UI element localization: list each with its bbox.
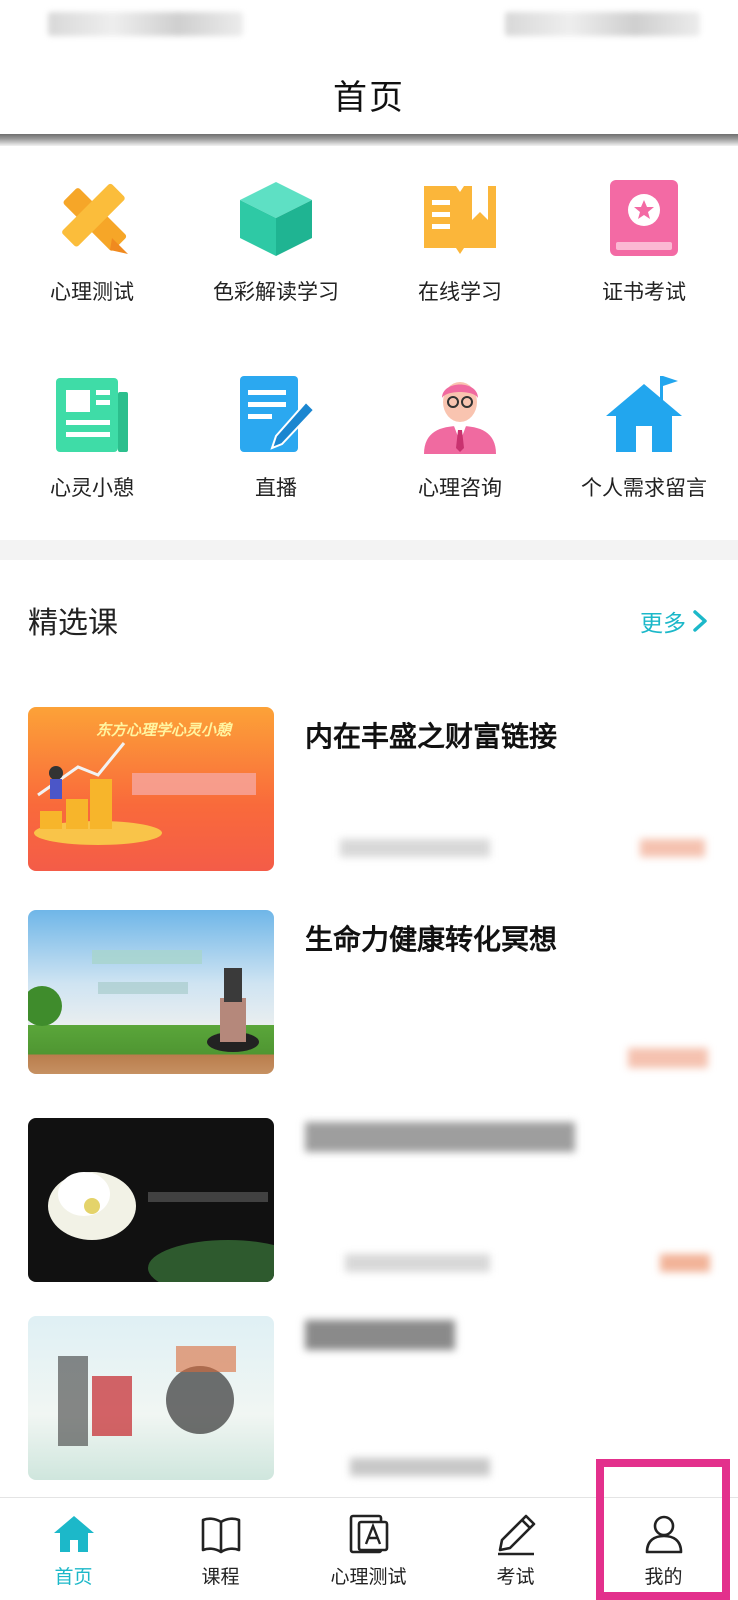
- section-divider: [0, 540, 738, 560]
- tab-home[interactable]: 首页: [0, 1498, 147, 1600]
- tab-courses[interactable]: 课程: [147, 1498, 294, 1600]
- course-title: 生命力健康转化冥想: [305, 923, 558, 956]
- pen-icon: [497, 1514, 535, 1556]
- tab-label: 心理测试: [330, 1566, 407, 1588]
- feature-grid: 心理测试 色彩解读学习 在线学习 证书考试 心灵小憩 直播 心理咨询 个人需求留…: [0, 150, 738, 540]
- lotus-illustration: [48, 1172, 274, 1282]
- page-header: 首页: [0, 48, 738, 140]
- tab-label: 考试: [496, 1566, 535, 1588]
- course-card[interactable]: [0, 1118, 738, 1288]
- grid-label: 证书考试: [602, 280, 686, 304]
- tab-psych-test[interactable]: 心理测试: [295, 1498, 442, 1600]
- grid-label: 个人需求留言: [581, 476, 707, 500]
- grid-item-psych-test[interactable]: 心理测试: [0, 150, 184, 340]
- course-card[interactable]: 生命力健康转化冥想: [0, 910, 738, 1080]
- course-thumbnail: [28, 1316, 274, 1480]
- cube-icon: [240, 182, 312, 256]
- chevron-right-icon: [693, 610, 707, 632]
- document-pen-icon: [240, 376, 316, 452]
- section-title: 精选课: [28, 606, 118, 641]
- tea-illustration: [58, 1346, 236, 1446]
- open-book-icon: [424, 186, 496, 254]
- tab-label: 首页: [54, 1566, 93, 1588]
- grid-label: 直播: [255, 476, 297, 500]
- grid-item-color-learning[interactable]: 色彩解读学习: [184, 150, 368, 340]
- more-link[interactable]: 更多: [640, 604, 708, 638]
- status-bar: [0, 0, 738, 48]
- certificate-icon: [610, 180, 678, 256]
- newspaper-icon: [56, 378, 128, 452]
- finance-illustration: [34, 742, 256, 845]
- home-icon: [53, 1516, 94, 1552]
- grid-item-mind-rest[interactable]: 心灵小憩: [0, 346, 184, 536]
- course-thumbnail: [28, 1118, 274, 1282]
- grid-label: 在线学习: [418, 280, 502, 304]
- grid-label: 心理测试: [50, 280, 134, 304]
- ruler-pencil-icon: [62, 183, 128, 254]
- grid-label: 心灵小憩: [50, 476, 134, 500]
- grid-item-counseling[interactable]: 心理咨询: [368, 346, 552, 536]
- more-label: 更多: [640, 611, 686, 637]
- course-thumbnail: [28, 910, 274, 1074]
- test-icon: [349, 1514, 388, 1554]
- course-thumbnail: 东方心理学心灵小憩: [28, 707, 274, 871]
- house-flag-icon: [606, 376, 682, 452]
- counselor-icon: [424, 382, 496, 454]
- course-title: 内在丰盛之财富链接: [305, 720, 558, 753]
- tab-label: 课程: [201, 1566, 240, 1588]
- grid-label: 色彩解读学习: [213, 280, 339, 304]
- book-icon: [201, 1517, 240, 1554]
- grid-label: 心理咨询: [418, 476, 502, 500]
- grid-item-message[interactable]: 个人需求留言: [552, 346, 736, 536]
- page-title: 首页: [333, 77, 405, 118]
- grid-item-live[interactable]: 直播: [184, 346, 368, 536]
- meditation-illustration: [28, 950, 259, 1052]
- highlight-box: [596, 1459, 730, 1600]
- tab-exam[interactable]: 考试: [442, 1498, 589, 1600]
- course-card[interactable]: 东方心理学心灵小憩 内在丰盛之财富链接: [0, 707, 738, 877]
- header-divider: [0, 134, 738, 146]
- grid-item-certificate[interactable]: 证书考试: [552, 150, 736, 340]
- grid-item-online-learning[interactable]: 在线学习: [368, 150, 552, 340]
